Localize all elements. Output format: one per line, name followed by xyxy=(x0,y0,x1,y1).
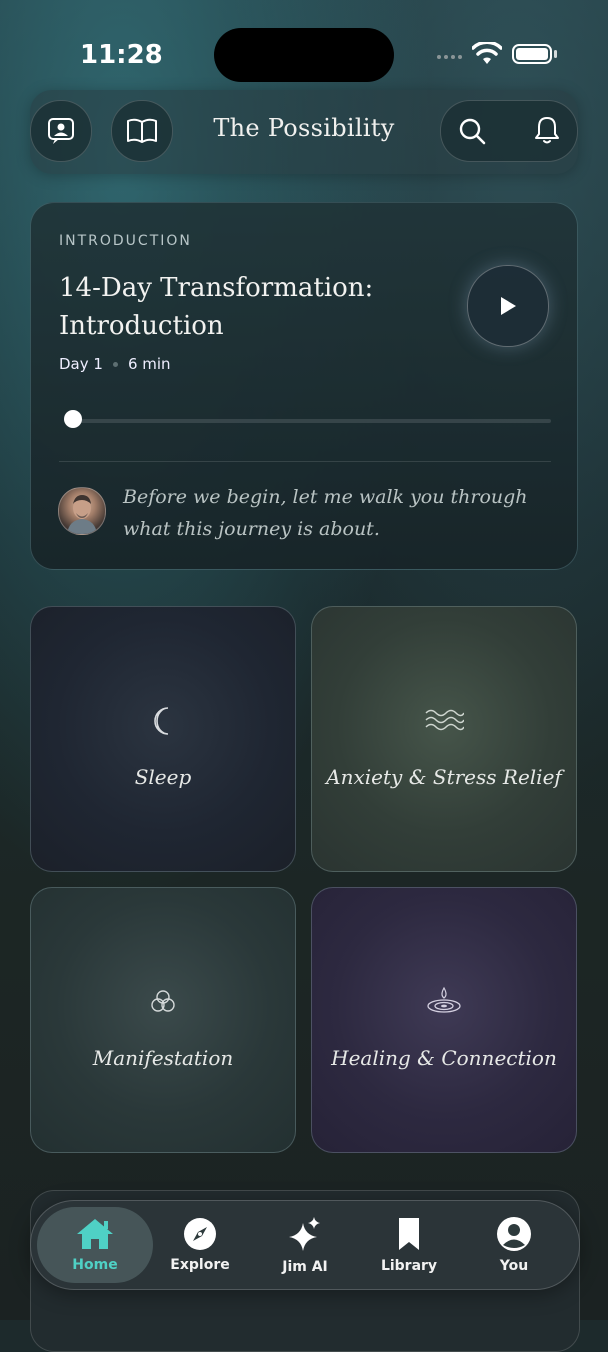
tab-bar: Home Explore Jim AI Library You xyxy=(30,1200,580,1290)
bookmark-icon xyxy=(399,1218,419,1250)
moon-icon xyxy=(154,707,169,735)
progress-knob[interactable] xyxy=(64,410,82,428)
intro-day: Day 1 xyxy=(59,355,103,373)
book-icon xyxy=(127,118,157,143)
status-time: 11:28 xyxy=(80,40,163,70)
category-tile-sleep[interactable]: Sleep xyxy=(30,606,296,872)
battery-icon xyxy=(512,44,552,64)
tab-library[interactable]: Library xyxy=(359,1201,459,1289)
brand-title: The Possibility xyxy=(213,114,395,142)
intro-card[interactable]: INTRODUCTION 14-Day Transformation: Intr… xyxy=(30,202,578,570)
triquetra-icon xyxy=(151,990,175,1012)
category-label: Healing & Connection xyxy=(331,1046,557,1070)
tab-jim-ai[interactable]: Jim AI xyxy=(255,1201,355,1289)
profile-card-icon xyxy=(48,118,74,144)
category-tile-anxiety-stress-relief[interactable]: Anxiety & Stress Relief xyxy=(311,606,577,872)
ripple-drop-icon xyxy=(427,986,461,1013)
meta-separator-dot xyxy=(112,361,118,367)
tab-label: You xyxy=(499,1258,529,1274)
wifi-icon xyxy=(472,42,502,64)
tab-label: Library xyxy=(380,1258,438,1274)
signal-icon xyxy=(437,55,462,59)
intro-duration: 6 min xyxy=(127,355,171,373)
avatar-portrait xyxy=(67,495,97,534)
intro-quote: Before we begin, let me walk you through… xyxy=(123,486,528,540)
progress-track[interactable] xyxy=(71,419,551,423)
intro-meta: Day 1 6 min xyxy=(59,355,171,373)
category-label: Sleep xyxy=(134,765,192,789)
compass-icon xyxy=(184,1218,216,1250)
category-label: Manifestation xyxy=(92,1046,234,1070)
intro-title: 14-Day Transformation: Introduction xyxy=(59,273,374,341)
book-button[interactable] xyxy=(111,100,173,162)
header-actions xyxy=(440,100,578,162)
tab-you[interactable]: You xyxy=(464,1201,564,1289)
category-tile-manifestation[interactable]: Manifestation xyxy=(30,887,296,1153)
intro-section-label: INTRODUCTION xyxy=(59,233,192,249)
home-icon xyxy=(77,1219,113,1249)
sparkles-icon xyxy=(289,1217,320,1251)
category-tile-healing-connection[interactable]: Healing & Connection xyxy=(311,887,577,1153)
user-circle-icon xyxy=(497,1217,531,1251)
waves-icon xyxy=(425,709,464,731)
search-icon[interactable] xyxy=(458,117,486,145)
battery-tip xyxy=(554,50,557,58)
play-icon xyxy=(501,297,516,315)
tab-label: Home xyxy=(72,1257,118,1273)
category-label: Anxiety & Stress Relief xyxy=(326,765,562,789)
divider xyxy=(59,461,551,462)
avatar xyxy=(58,487,106,535)
bell-icon[interactable] xyxy=(533,115,561,145)
tab-home[interactable]: Home xyxy=(37,1207,153,1283)
play-button[interactable] xyxy=(467,265,549,347)
tab-label: Jim AI xyxy=(282,1259,328,1275)
tab-explore[interactable]: Explore xyxy=(150,1201,250,1289)
tab-label: Explore xyxy=(170,1257,230,1273)
dynamic-island xyxy=(214,28,394,82)
profile-card-button[interactable] xyxy=(30,100,92,162)
